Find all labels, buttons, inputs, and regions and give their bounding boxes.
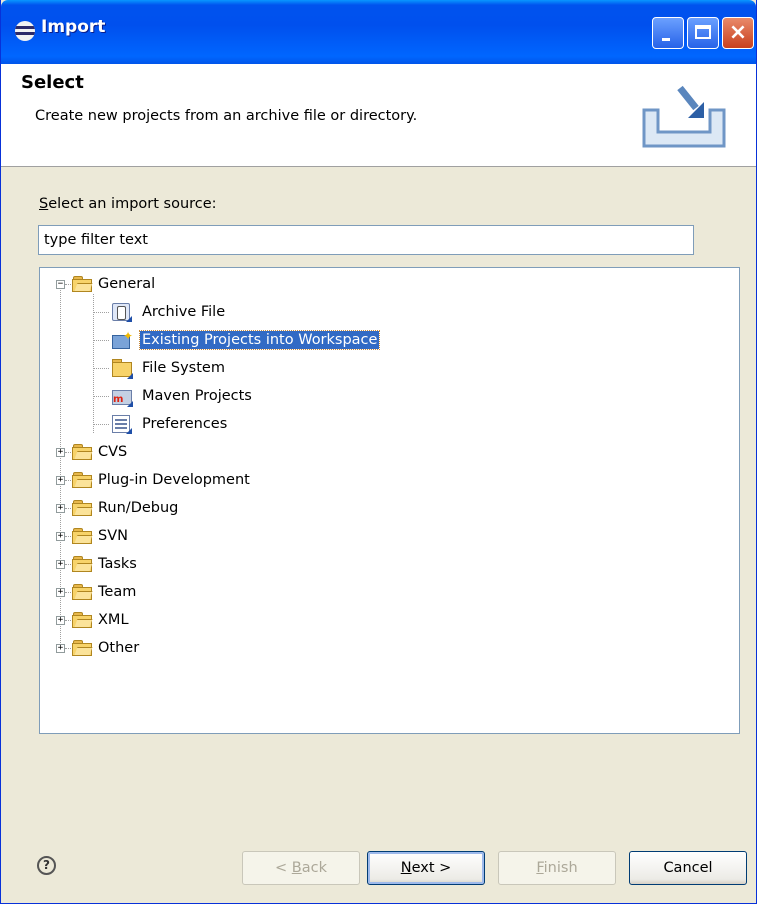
tree-label: XML [98, 612, 129, 628]
tree-label: File System [142, 360, 225, 376]
tree-node-file-system[interactable]: File System [40, 356, 730, 380]
folder-icon [72, 640, 92, 656]
tree-label: SVN [98, 528, 128, 544]
tree-label: General [98, 276, 156, 292]
tree-node-team[interactable]: + Team [40, 580, 730, 604]
tree-node-xml[interactable]: + XML [40, 608, 730, 632]
folder-open-icon [72, 276, 92, 292]
tree-node-plugin-development[interactable]: + Plug-in Development [40, 468, 730, 492]
tree-node-general[interactable]: − General [40, 272, 730, 296]
title-bar[interactable]: Import × [1, 0, 756, 64]
tree-label: Tasks [98, 556, 137, 572]
tree-node-other[interactable]: + Other [40, 636, 730, 660]
next-button[interactable]: Next > [367, 851, 485, 885]
tree-label: CVS [98, 444, 128, 460]
tree-node-svn[interactable]: + SVN [40, 524, 730, 548]
tree-label: Plug-in Development [98, 472, 250, 488]
tree-node-preferences[interactable]: Preferences [40, 412, 730, 436]
expand-icon[interactable]: + [56, 476, 65, 485]
tree-label: Maven Projects [142, 388, 252, 404]
import-dialog: Import × Select Create new projects from… [0, 0, 757, 904]
folder-icon [72, 472, 92, 488]
folder-icon [72, 444, 92, 460]
expand-icon[interactable]: + [56, 588, 65, 597]
preferences-icon [112, 415, 132, 434]
expand-icon[interactable]: + [56, 560, 65, 569]
folder-icon [72, 500, 92, 516]
import-wizard-icon [642, 85, 726, 148]
tree-node-archive-file[interactable]: Archive File [40, 300, 730, 324]
tree-label: Preferences [142, 416, 228, 432]
tree-node-cvs[interactable]: + CVS [40, 440, 730, 464]
minimize-button[interactable] [652, 17, 684, 49]
expand-icon[interactable]: + [56, 504, 65, 513]
finish-button[interactable]: Finish [498, 851, 616, 885]
tree-label: Team [98, 584, 137, 600]
expand-icon[interactable]: + [56, 532, 65, 541]
import-source-tree[interactable]: − General Archive File ✦ Existing Projec… [39, 267, 740, 734]
tree-label: Other [98, 640, 140, 656]
close-button[interactable]: × [722, 17, 754, 49]
tree-node-tasks[interactable]: + Tasks [40, 552, 730, 576]
maximize-button[interactable] [687, 17, 719, 49]
expand-icon[interactable]: + [56, 448, 65, 457]
cancel-button[interactable]: Cancel [629, 851, 747, 885]
expand-icon[interactable]: + [56, 616, 65, 625]
filter-input[interactable] [38, 225, 694, 255]
folder-icon [72, 612, 92, 628]
expand-icon[interactable]: + [56, 644, 65, 653]
existing-project-icon: ✦ [112, 329, 133, 349]
page-title: Select [21, 72, 84, 93]
import-source-label: Select an import source: [39, 196, 217, 212]
folder-icon [72, 584, 92, 600]
tree-label: Existing Projects into Workspace [138, 330, 381, 350]
eclipse-icon [15, 21, 35, 41]
file-system-icon [112, 359, 133, 379]
folder-icon [72, 528, 92, 544]
tree-node-run-debug[interactable]: + Run/Debug [40, 496, 730, 520]
folder-icon [72, 556, 92, 572]
window-title: Import [41, 17, 106, 37]
collapse-icon[interactable]: − [56, 280, 65, 289]
back-button[interactable]: < Back [242, 851, 360, 885]
wizard-banner: Select Create new projects from an archi… [1, 64, 756, 167]
close-icon: × [728, 20, 748, 45]
page-description: Create new projects from an archive file… [35, 108, 418, 124]
tree-label: Run/Debug [98, 500, 179, 516]
tree-node-maven-projects[interactable]: m Maven Projects [40, 384, 730, 408]
maven-projects-icon: m [112, 387, 133, 407]
tree-node-existing-projects[interactable]: ✦ Existing Projects into Workspace [40, 328, 730, 352]
help-icon[interactable]: ? [37, 856, 56, 875]
tree-label: Archive File [142, 304, 226, 320]
archive-file-icon [112, 303, 132, 322]
